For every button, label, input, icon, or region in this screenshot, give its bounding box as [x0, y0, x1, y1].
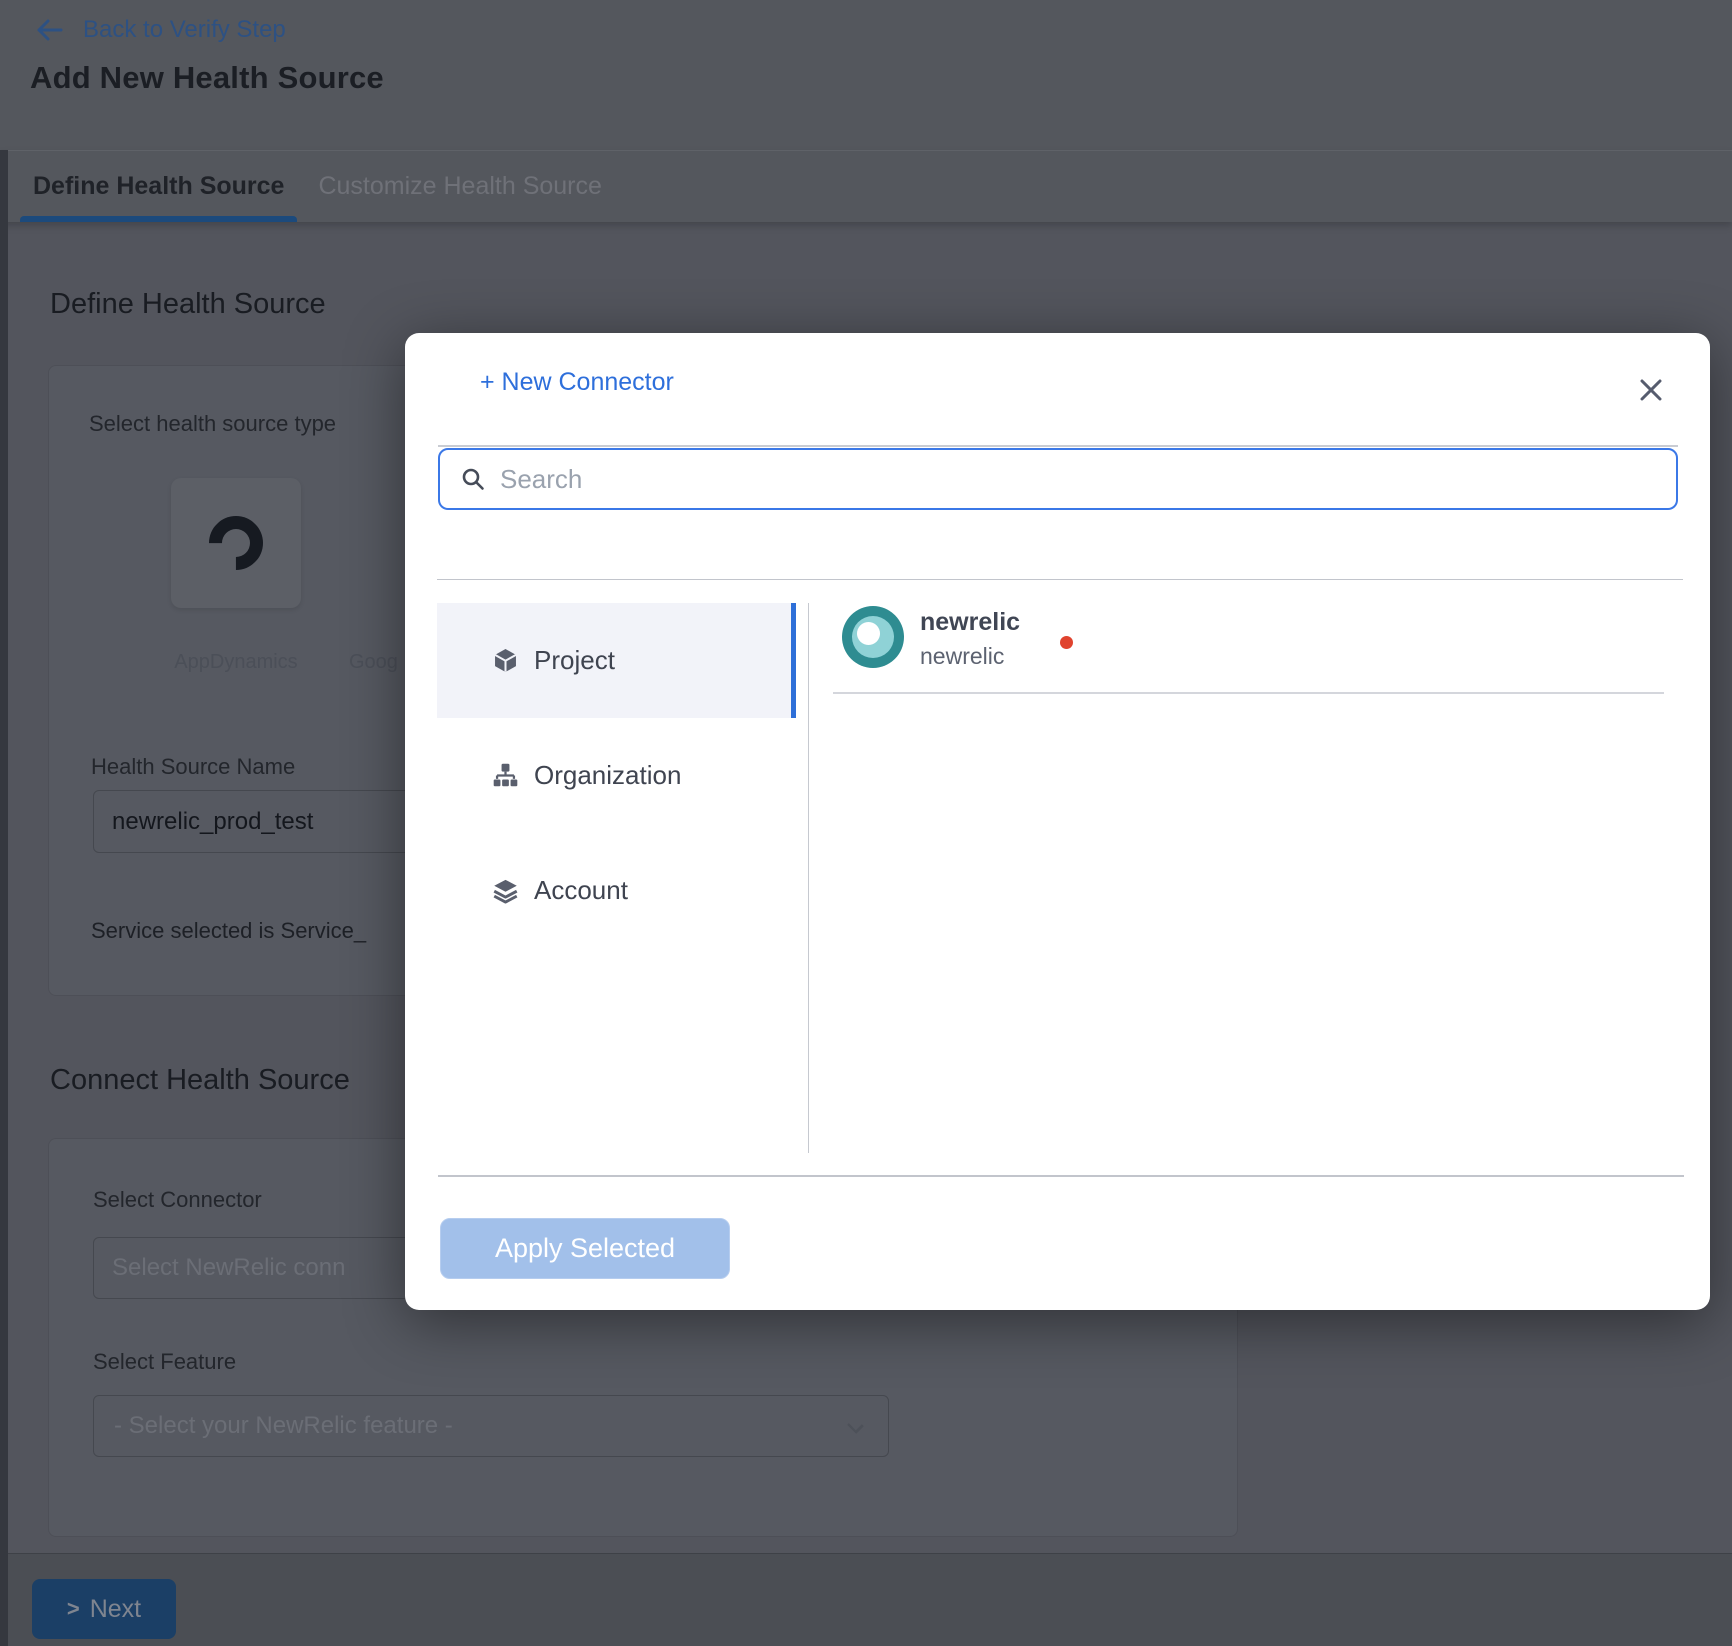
service-selected-note: Service selected is Service_	[91, 918, 451, 944]
connect-section-heading: Connect Health Source	[50, 1064, 350, 1097]
left-edge-rail	[0, 150, 8, 1646]
connector-id: newrelic	[920, 643, 1020, 670]
tab-define-health-source[interactable]: Define Health Source	[20, 151, 297, 222]
search-box	[438, 448, 1678, 510]
connector-row-divider	[833, 692, 1664, 694]
search-input[interactable]	[500, 450, 1676, 508]
connector-name: newrelic	[920, 608, 1020, 637]
select-type-label: Select health source type	[89, 411, 336, 437]
search-icon	[460, 466, 486, 492]
scope-label: Project	[534, 645, 615, 676]
scope-tab-organization[interactable]: Organization	[437, 718, 796, 833]
scope-list-divider	[808, 603, 809, 1153]
define-section-heading: Define Health Source	[50, 288, 326, 321]
connector-list: newrelic newrelic	[842, 603, 1670, 670]
chevron-down-icon	[847, 1417, 864, 1434]
back-to-verify-link[interactable]: Back to Verify Step	[33, 16, 286, 44]
back-arrow-icon	[33, 17, 65, 43]
project-cube-icon	[492, 647, 519, 674]
scope-tab-account[interactable]: Account	[437, 833, 796, 948]
close-icon[interactable]	[1638, 377, 1664, 403]
connectivity-status-dot	[1060, 636, 1073, 649]
newrelic-logo-icon	[842, 606, 904, 668]
back-link-label: Back to Verify Step	[83, 16, 286, 44]
scope-label: Account	[534, 875, 628, 906]
next-chevron-icon: >	[67, 1596, 80, 1622]
organization-icon	[492, 762, 519, 789]
connector-select-modal: + New Connector Project	[405, 333, 1710, 1310]
select-connector-label: Select Connector	[93, 1187, 262, 1213]
next-button[interactable]: > Next	[32, 1579, 176, 1639]
feature-placeholder: - Select your NewRelic feature -	[114, 1412, 453, 1440]
tab-bar: Define Health Source Customize Health So…	[0, 150, 1732, 222]
tab-customize-health-source[interactable]: Customize Health Source	[305, 151, 614, 222]
active-scope-bar	[791, 603, 796, 718]
type-label-appdynamics: AppDynamics	[126, 651, 346, 674]
search-top-hairline	[438, 445, 1678, 447]
active-tab-underline	[20, 216, 297, 222]
new-connector-link[interactable]: + New Connector	[480, 368, 674, 397]
select-feature-dropdown[interactable]: - Select your NewRelic feature -	[93, 1395, 889, 1457]
page-header: Back to Verify Step Add New Health Sourc…	[0, 0, 1732, 150]
page-footer: > Next	[0, 1553, 1732, 1646]
scope-column: Project Organization Account	[437, 603, 796, 948]
type-label-google: Goog	[349, 651, 398, 674]
scope-tab-project[interactable]: Project	[437, 603, 796, 718]
appdynamics-type-tile[interactable]	[171, 478, 301, 608]
account-layers-icon	[492, 877, 519, 904]
appdynamics-logo-icon	[198, 505, 274, 581]
select-feature-label: Select Feature	[93, 1349, 236, 1375]
page-title: Add New Health Source	[30, 60, 384, 96]
modal-divider-bottom	[438, 1175, 1684, 1177]
scope-label: Organization	[534, 760, 681, 791]
apply-selected-button[interactable]: Apply Selected	[440, 1218, 730, 1279]
modal-divider-top	[437, 579, 1683, 580]
health-source-name-label: Health Source Name	[91, 754, 295, 780]
connector-item-newrelic[interactable]: newrelic newrelic	[842, 603, 1670, 670]
